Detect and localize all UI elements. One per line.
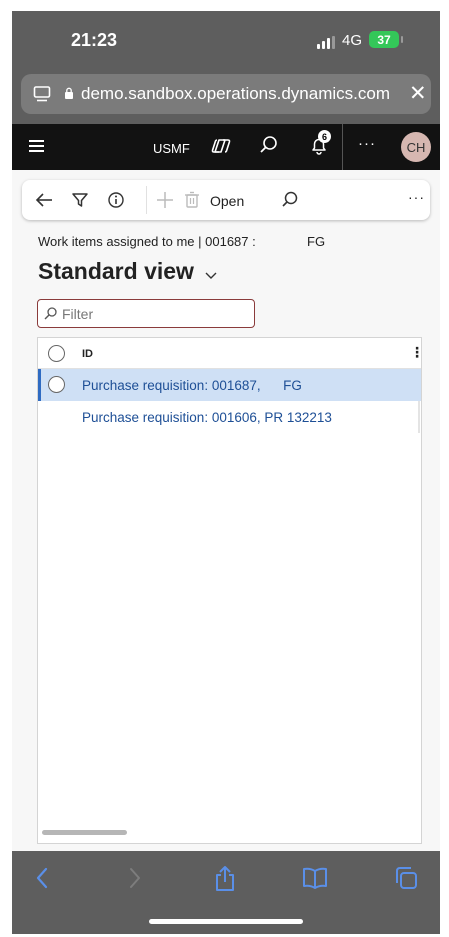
signal-strength-icon [317,36,335,49]
nav-divider [342,124,343,170]
filter-placeholder: Filter [62,306,94,322]
page-title: Standard view [38,258,194,284]
plus-icon[interactable] [155,190,175,215]
close-icon[interactable]: ✕ [409,81,427,106]
tabs-icon[interactable] [393,865,419,896]
filter-funnel-icon[interactable] [70,190,90,215]
browser-toolbar [12,851,440,934]
action-pane: Open ··· [22,180,430,220]
open-button[interactable]: Open [210,193,244,209]
nav-more-button[interactable]: ··· [358,135,376,152]
row-link[interactable]: Purchase requisition: 001687, FG [82,378,302,393]
lock-icon [64,87,74,102]
horizontal-scrollbar[interactable] [42,830,127,835]
info-icon[interactable] [106,190,126,215]
work-items-grid: ID ⋮ Purchase requisition: 001687, FG Pu… [37,337,424,844]
search-icon[interactable] [280,190,300,215]
network-type: 4G [342,32,363,49]
selection-indicator [38,369,41,401]
back-arrow-icon[interactable] [34,190,54,215]
page-settings-icon[interactable] [33,85,51,108]
address-bar[interactable]: demo.sandbox.operations.dynamics.com ✕ [21,74,431,114]
share-icon[interactable] [213,865,237,898]
breadcrumb-text: Work items assigned to me | 001687 : [38,234,256,249]
url-text[interactable]: demo.sandbox.operations.dynamics.com [81,84,390,104]
view-selector[interactable]: Standard view [38,258,218,286]
search-icon [43,306,58,326]
row-link[interactable]: Purchase requisition: 001606, PR 132213 [82,410,332,425]
breadcrumb-suffix: FG [307,234,326,249]
browser-address-row: demo.sandbox.operations.dynamics.com ✕ [12,71,440,124]
notification-badge: 6 [318,130,331,143]
company-picker[interactable]: USMF [153,141,190,156]
hamburger-menu-icon[interactable] [29,140,44,155]
row-select-radio[interactable] [48,376,65,393]
main-content: Open ··· Work items assigned to me | 001… [12,170,440,850]
home-indicator [149,919,303,924]
copilot-icon[interactable] [209,134,233,163]
table-row[interactable]: Purchase requisition: 001606, PR 132213 [38,401,421,433]
column-header-id[interactable]: ID [82,348,93,360]
battery-icon: 37 [369,31,403,48]
book-icon[interactable] [301,865,329,896]
action-more-button[interactable]: ··· [408,189,425,205]
table-row[interactable]: Purchase requisition: 001687, FG [38,369,421,401]
status-time: 21:23 [71,30,118,50]
search-icon[interactable] [258,134,280,161]
battery-level: 37 [377,32,391,47]
action-separator [146,186,147,214]
app-nav-bar: USMF 6 ··· CH [12,124,440,170]
select-all-radio[interactable] [48,345,65,362]
trash-icon[interactable] [182,190,202,215]
chevron-down-icon [204,259,218,286]
forward-icon[interactable] [127,865,143,896]
avatar[interactable]: CH [401,132,431,162]
column-options-button[interactable]: ⋮ [410,344,424,361]
status-bar: 21:23 4G 37 [12,11,440,71]
grid-header: ID ⋮ [38,338,424,369]
back-icon[interactable] [34,865,50,896]
phone-screen: 21:23 4G 37 demo.sandbox.operations.dyna… [12,11,440,934]
breadcrumb: Work items assigned to me | 001687 : FG [38,234,325,249]
filter-input[interactable]: Filter [37,299,255,328]
row-edge [418,401,420,433]
